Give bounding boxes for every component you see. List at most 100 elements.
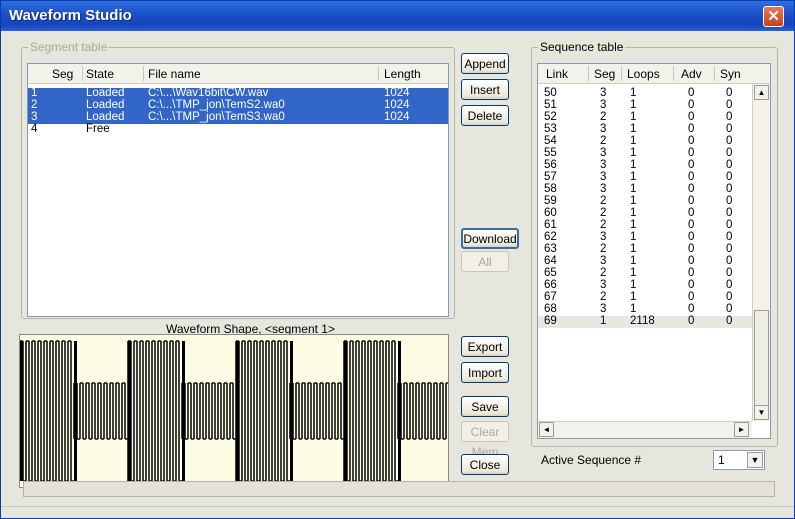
table-row[interactable]: 50 3 1 0 0 [538,87,752,100]
waveform-block-edge [20,341,23,481]
table-row[interactable]: 63 2 1 0 0 [538,243,752,256]
cell-loops: 1 [630,111,637,123]
close-button[interactable]: Close [461,454,509,475]
cell-adv: 0 [688,135,695,147]
cell-length: 1024 [384,99,410,111]
cell-seg: 2 [600,291,607,303]
sequence-vertical-scrollbar[interactable]: ▲ ▼ [752,84,770,421]
cell-state: Free [86,123,110,135]
cell-seg: 2 [600,111,607,123]
cell-link: 50 [544,87,557,99]
import-button[interactable]: Import [461,362,509,383]
active-sequence-select[interactable]: 1 ▼ [713,450,765,470]
table-row[interactable]: 4 Free [28,123,448,136]
cell-seg: 3 [600,231,607,243]
cell-link: 51 [544,99,557,111]
table-row[interactable]: 62 3 1 0 0 [538,231,752,244]
save-button[interactable]: Save [461,396,509,417]
cell-seg: 2 [600,219,607,231]
waveform-studio-window: Waveform Studio ✕ Segment table Seg Stat… [0,0,795,519]
all-button[interactable]: All [461,251,509,272]
table-row[interactable]: 55 3 1 0 0 [538,147,752,160]
cell-link: 59 [544,195,557,207]
scroll-thumb[interactable] [754,310,769,406]
cell-seg: 3 [600,279,607,291]
table-row[interactable]: 51 3 1 0 0 [538,99,752,112]
cell-syn: 0 [726,183,733,195]
download-button[interactable]: Download [461,228,519,249]
scroll-right-icon[interactable]: ► [734,422,749,437]
cell-seg: 3 [600,183,607,195]
chevron-down-icon[interactable]: ▼ [747,452,763,468]
cell-state: Loaded [86,111,125,123]
table-row[interactable]: 60 2 1 0 0 [538,207,752,220]
table-row[interactable]: 67 2 1 0 0 [538,291,752,304]
segment-table[interactable]: Seg State File name Length 1 Loaded C:\...… [27,63,449,317]
cell-seg: 2 [600,243,607,255]
column-header-seg[interactable]: Seg [52,67,73,81]
cell-link: 60 [544,207,557,219]
table-row[interactable]: 52 2 1 0 0 [538,111,752,124]
scroll-down-icon[interactable]: ▼ [754,405,769,420]
cell-seg: 3 [600,147,607,159]
close-window-button[interactable]: ✕ [763,6,784,27]
table-row[interactable]: 53 3 1 0 0 [538,123,752,136]
column-header-length[interactable]: Length [384,67,421,81]
table-row[interactable]: 59 2 1 0 0 [538,195,752,208]
export-button[interactable]: Export [461,336,509,357]
sequence-table-header: Link Seg Loops Adv Syn [538,64,770,84]
column-header-syn[interactable]: Syn [720,67,741,81]
cell-link: 53 [544,123,557,135]
column-header-file-name[interactable]: File name [148,67,201,81]
cell-loops: 1 [630,255,637,267]
column-header-seg[interactable]: Seg [594,67,615,81]
column-header-link[interactable]: Link [546,67,568,81]
cell-syn: 0 [726,111,733,123]
column-header-adv[interactable]: Adv [681,67,702,81]
table-row[interactable]: 54 2 1 0 0 [538,135,752,148]
cell-syn: 0 [726,87,733,99]
cell-loops: 1 [630,207,637,219]
cell-loops: 1 [630,303,637,315]
cell-syn: 0 [726,171,733,183]
sequence-table-label: Sequence table [538,40,626,54]
cell-link: 67 [544,291,557,303]
table-row[interactable]: 66 3 1 0 0 [538,279,752,292]
cell-syn: 0 [726,291,733,303]
sequence-horizontal-scrollbar[interactable]: ◄ ► [538,421,752,438]
cell-loops: 1 [630,219,637,231]
table-row[interactable]: 65 2 1 0 0 [538,267,752,280]
cell-loops: 1 [630,135,637,147]
cell-adv: 0 [688,231,695,243]
cell-syn: 0 [726,243,733,255]
cell-seg: 2 [31,99,38,111]
cell-seg: 2 [600,267,607,279]
scroll-up-icon[interactable]: ▲ [754,85,769,100]
table-row[interactable]: 69 1 2118 0 0 [538,315,752,328]
table-row[interactable]: 58 3 1 0 0 [538,183,752,196]
table-row[interactable]: 57 3 1 0 0 [538,171,752,184]
cell-state: Loaded [86,87,125,99]
table-row[interactable]: 64 3 1 0 0 [538,255,752,268]
column-header-state[interactable]: State [86,67,114,81]
waveform-block-edge [290,341,293,481]
scroll-left-icon[interactable]: ◄ [539,422,554,437]
waveform-block-edge [128,341,131,481]
delete-button[interactable]: Delete [461,105,509,126]
insert-button[interactable]: Insert [461,79,509,100]
cell-link: 65 [544,267,557,279]
title-bar[interactable]: Waveform Studio ✕ [1,1,794,31]
clear-mem-button[interactable]: Clear Mem [461,421,509,459]
cell-seg: 3 [31,111,38,123]
cell-link: 64 [544,255,557,267]
column-header-loops[interactable]: Loops [627,67,660,81]
append-button[interactable]: Append [461,53,509,74]
table-row[interactable]: 61 2 1 0 0 [538,219,752,232]
cell-adv: 0 [688,303,695,315]
sequence-table[interactable]: Link Seg Loops Adv Syn 50 3 1 0 0 51 3 1 0 0 52 2 1 0… [537,63,771,439]
cell-seg: 2 [600,207,607,219]
cell-link: 63 [544,243,557,255]
divider [1,506,794,507]
table-row[interactable]: 56 3 1 0 0 [538,159,752,172]
cell-adv: 0 [688,255,695,267]
